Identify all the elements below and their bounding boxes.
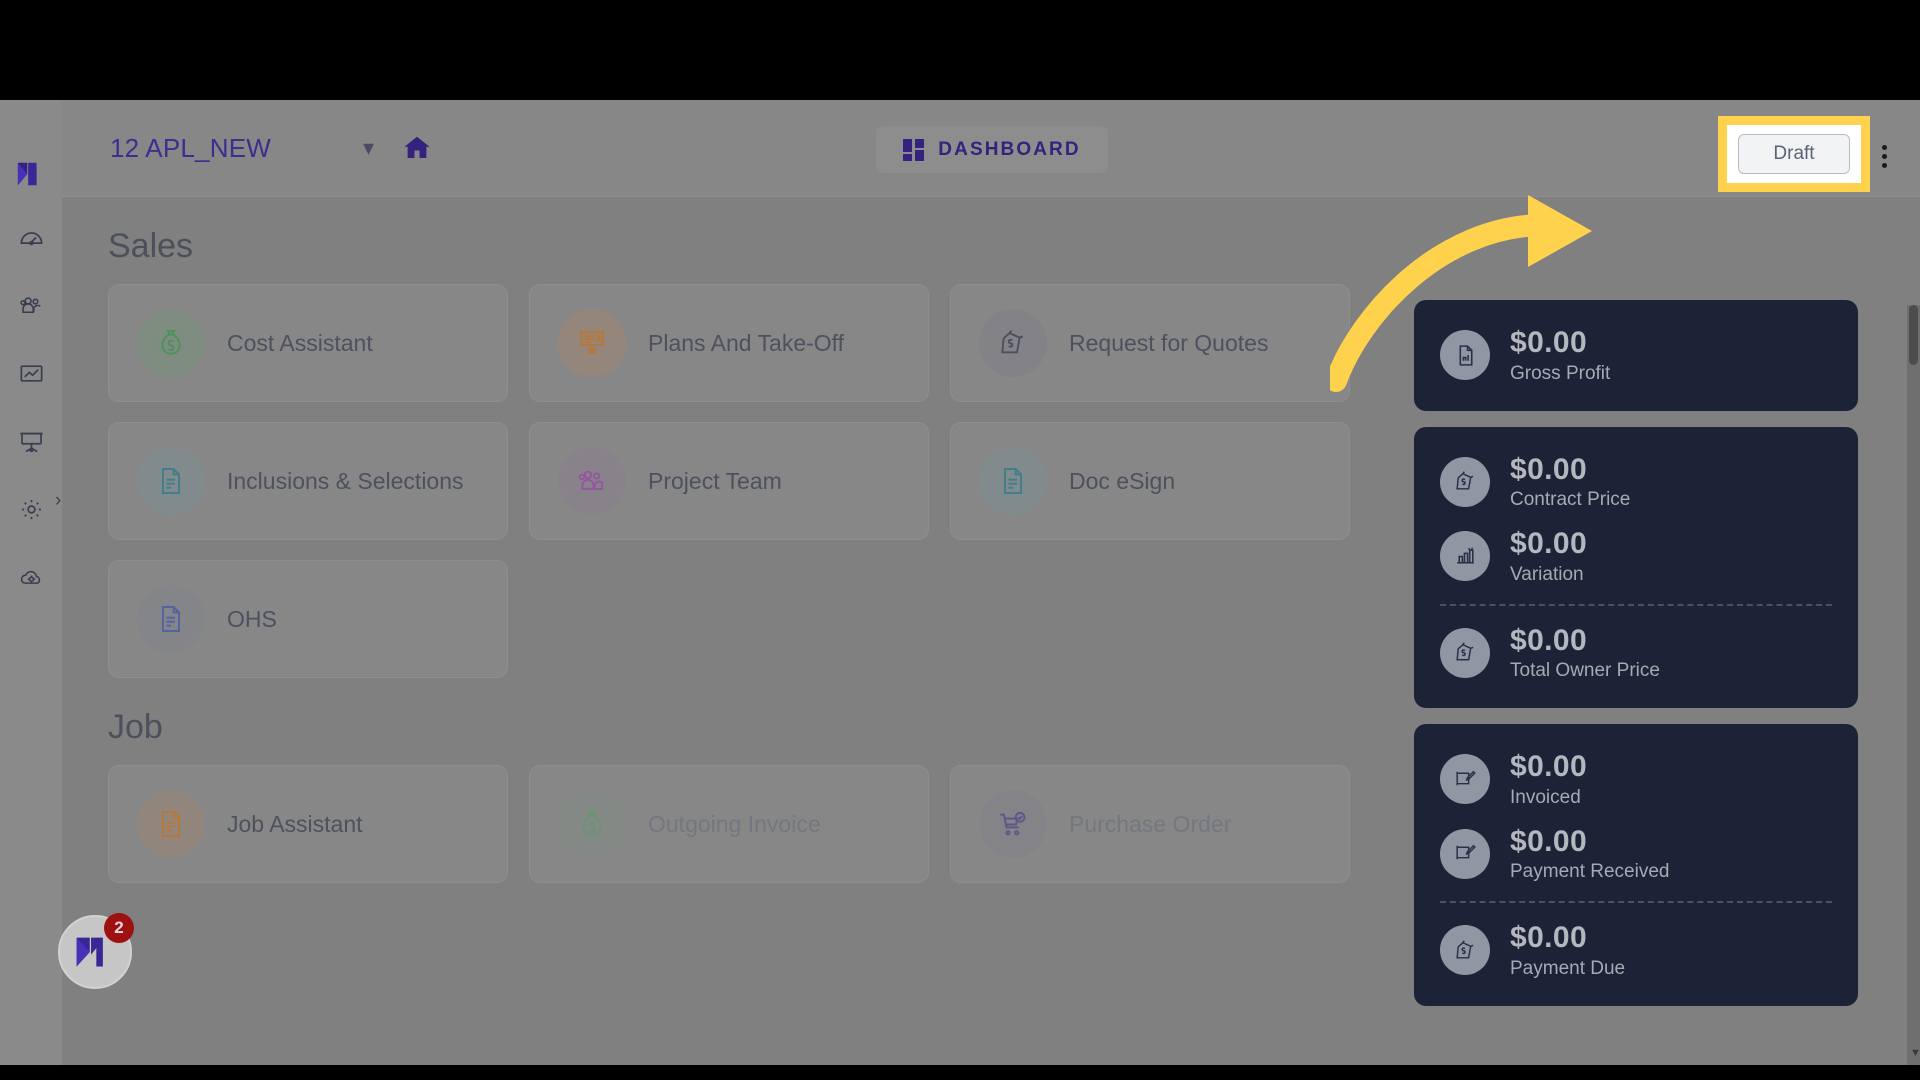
sidebar-item-reports[interactable]	[9, 339, 53, 407]
stat-row-invoiced: $0.00 Invoiced	[1414, 742, 1858, 817]
card-label: OHS	[227, 605, 277, 632]
stat-value: $0.00	[1510, 326, 1588, 359]
vertical-scrollbar[interactable]: ▼	[1907, 305, 1920, 1065]
chat-widget-button[interactable]: 2	[58, 913, 134, 989]
card-label: Request for Quotes	[1069, 329, 1269, 356]
stat-label: Gross Profit	[1510, 362, 1611, 384]
card-request-for-quotes[interactable]: Request for Quotes	[950, 284, 1350, 402]
stat-value: $0.00	[1510, 452, 1588, 486]
sidebar-expand-chevron-icon[interactable]: ›	[55, 491, 73, 510]
presentation-icon	[558, 309, 626, 377]
draft-status-button[interactable]: Draft	[1738, 134, 1850, 174]
stat-group-gross-profit: $0.00 Gross Profit	[1414, 300, 1858, 411]
top-bar: 12 APL_NEW ▾ DASHBOARD	[62, 100, 1920, 197]
stat-label: Variation	[1510, 563, 1584, 585]
draft-label: Draft	[1773, 143, 1815, 164]
document-icon	[137, 447, 205, 515]
stat-label: Payment Received	[1510, 861, 1670, 882]
sidebar-item-settings[interactable]	[9, 475, 53, 543]
card-inclusions-and-selections[interactable]: Inclusions & Selections	[108, 422, 508, 540]
card-outgoing-invoice[interactable]: Outgoing Invoice	[529, 765, 929, 883]
app-window: › 12 APL_NEW ▾ DASHBOARD Sales Cost Assi…	[0, 100, 1920, 1065]
document-report-icon	[1440, 330, 1490, 381]
divider	[1440, 603, 1832, 606]
scrollbar-thumb[interactable]	[1909, 305, 1918, 365]
sidebar-item-integrations[interactable]	[9, 543, 53, 611]
bar-chart-icon	[1440, 531, 1490, 582]
project-name: 12 APL_NEW	[110, 132, 271, 163]
card-project-team[interactable]: Project Team	[529, 422, 929, 540]
card-label: Inclusions & Selections	[227, 467, 464, 494]
project-selector[interactable]: 12 APL_NEW ▾	[110, 133, 374, 164]
sidebar-item-contacts[interactable]	[9, 271, 53, 339]
price-tag-icon	[1440, 627, 1490, 678]
card-doc-esign[interactable]: Doc eSign	[950, 422, 1350, 540]
stat-row-gross-profit: $0.00 Gross Profit	[1414, 318, 1858, 393]
stat-row-total-owner-price: $0.00 Total Owner Price	[1414, 616, 1858, 691]
draft-highlight-inner: Draft	[1727, 125, 1861, 183]
brand-logo[interactable]	[16, 145, 46, 203]
document-icon	[979, 447, 1047, 515]
stat-label: Contract Price	[1510, 489, 1631, 510]
sidebar-item-plans[interactable]	[9, 407, 53, 475]
card-job-assistant[interactable]: Job Assistant	[108, 765, 508, 883]
money-bag-icon	[558, 790, 626, 858]
stat-value: $0.00	[1510, 623, 1588, 657]
invoice-edit-icon	[1440, 828, 1490, 879]
chevron-down-icon[interactable]: ▾	[363, 135, 374, 161]
stat-label: Total Owner Price	[1510, 660, 1660, 681]
scroll-down-arrow-icon[interactable]: ▼	[1910, 1047, 1920, 1059]
section-title-sales: Sales	[108, 227, 194, 265]
tab-dashboard-label: DASHBOARD	[938, 138, 1081, 160]
summary-stats-panel: $0.00 Gross Profit $0.00 Contract Price	[1414, 300, 1858, 1006]
stat-row-payment-received: $0.00 Payment Received	[1414, 817, 1858, 892]
stat-row-contract-price: $0.00 Contract Price	[1414, 445, 1858, 520]
card-label: Purchase Order	[1069, 810, 1232, 837]
tab-dashboard[interactable]: DASHBOARD	[876, 126, 1108, 173]
document-icon	[137, 790, 205, 858]
more-options-icon[interactable]	[1882, 145, 1887, 168]
stat-group-payments: $0.00 Invoiced $0.00 Payment Received $0…	[1414, 724, 1858, 1006]
divider	[1440, 901, 1832, 903]
stat-group-contract: $0.00 Contract Price $0.00 Variation $0.…	[1414, 426, 1858, 708]
money-bag-icon	[137, 309, 205, 377]
card-purchase-order[interactable]: Purchase Order	[950, 765, 1350, 883]
card-label: Plans And Take-Off	[648, 329, 845, 356]
stat-value: $0.00	[1510, 527, 1588, 560]
price-tag-icon	[979, 309, 1047, 377]
stat-value: $0.00	[1510, 824, 1588, 858]
card-label: Doc eSign	[1069, 467, 1176, 494]
stat-label: Payment Due	[1510, 957, 1626, 979]
stat-value: $0.00	[1510, 750, 1588, 783]
price-tag-icon	[1440, 456, 1490, 507]
card-label: Cost Assistant	[227, 329, 373, 356]
chat-badge-count: 2	[104, 913, 134, 943]
draft-highlight-box: Draft	[1718, 116, 1870, 192]
card-label: Project Team	[648, 467, 782, 494]
people-group-icon	[558, 447, 626, 515]
home-icon[interactable]	[402, 133, 432, 163]
cart-check-icon	[979, 790, 1047, 858]
card-label: Job Assistant	[227, 810, 363, 837]
stat-label: Invoiced	[1510, 786, 1581, 808]
card-ohs[interactable]: OHS	[108, 560, 508, 678]
card-plans-and-take-off[interactable]: Plans And Take-Off	[529, 284, 929, 402]
grid-icon	[903, 138, 925, 161]
card-cost-assistant[interactable]: Cost Assistant	[108, 284, 508, 402]
stat-row-payment-due: $0.00 Payment Due	[1414, 913, 1858, 988]
sidebar-item-dashboard[interactable]	[9, 203, 53, 271]
left-sidebar	[0, 100, 62, 1065]
stat-row-variation: $0.00 Variation	[1414, 519, 1858, 594]
price-tag-icon	[1440, 925, 1490, 976]
invoice-edit-icon	[1440, 754, 1490, 805]
card-label: Outgoing Invoice	[648, 810, 821, 837]
document-icon	[137, 585, 205, 653]
stat-value: $0.00	[1510, 921, 1588, 954]
